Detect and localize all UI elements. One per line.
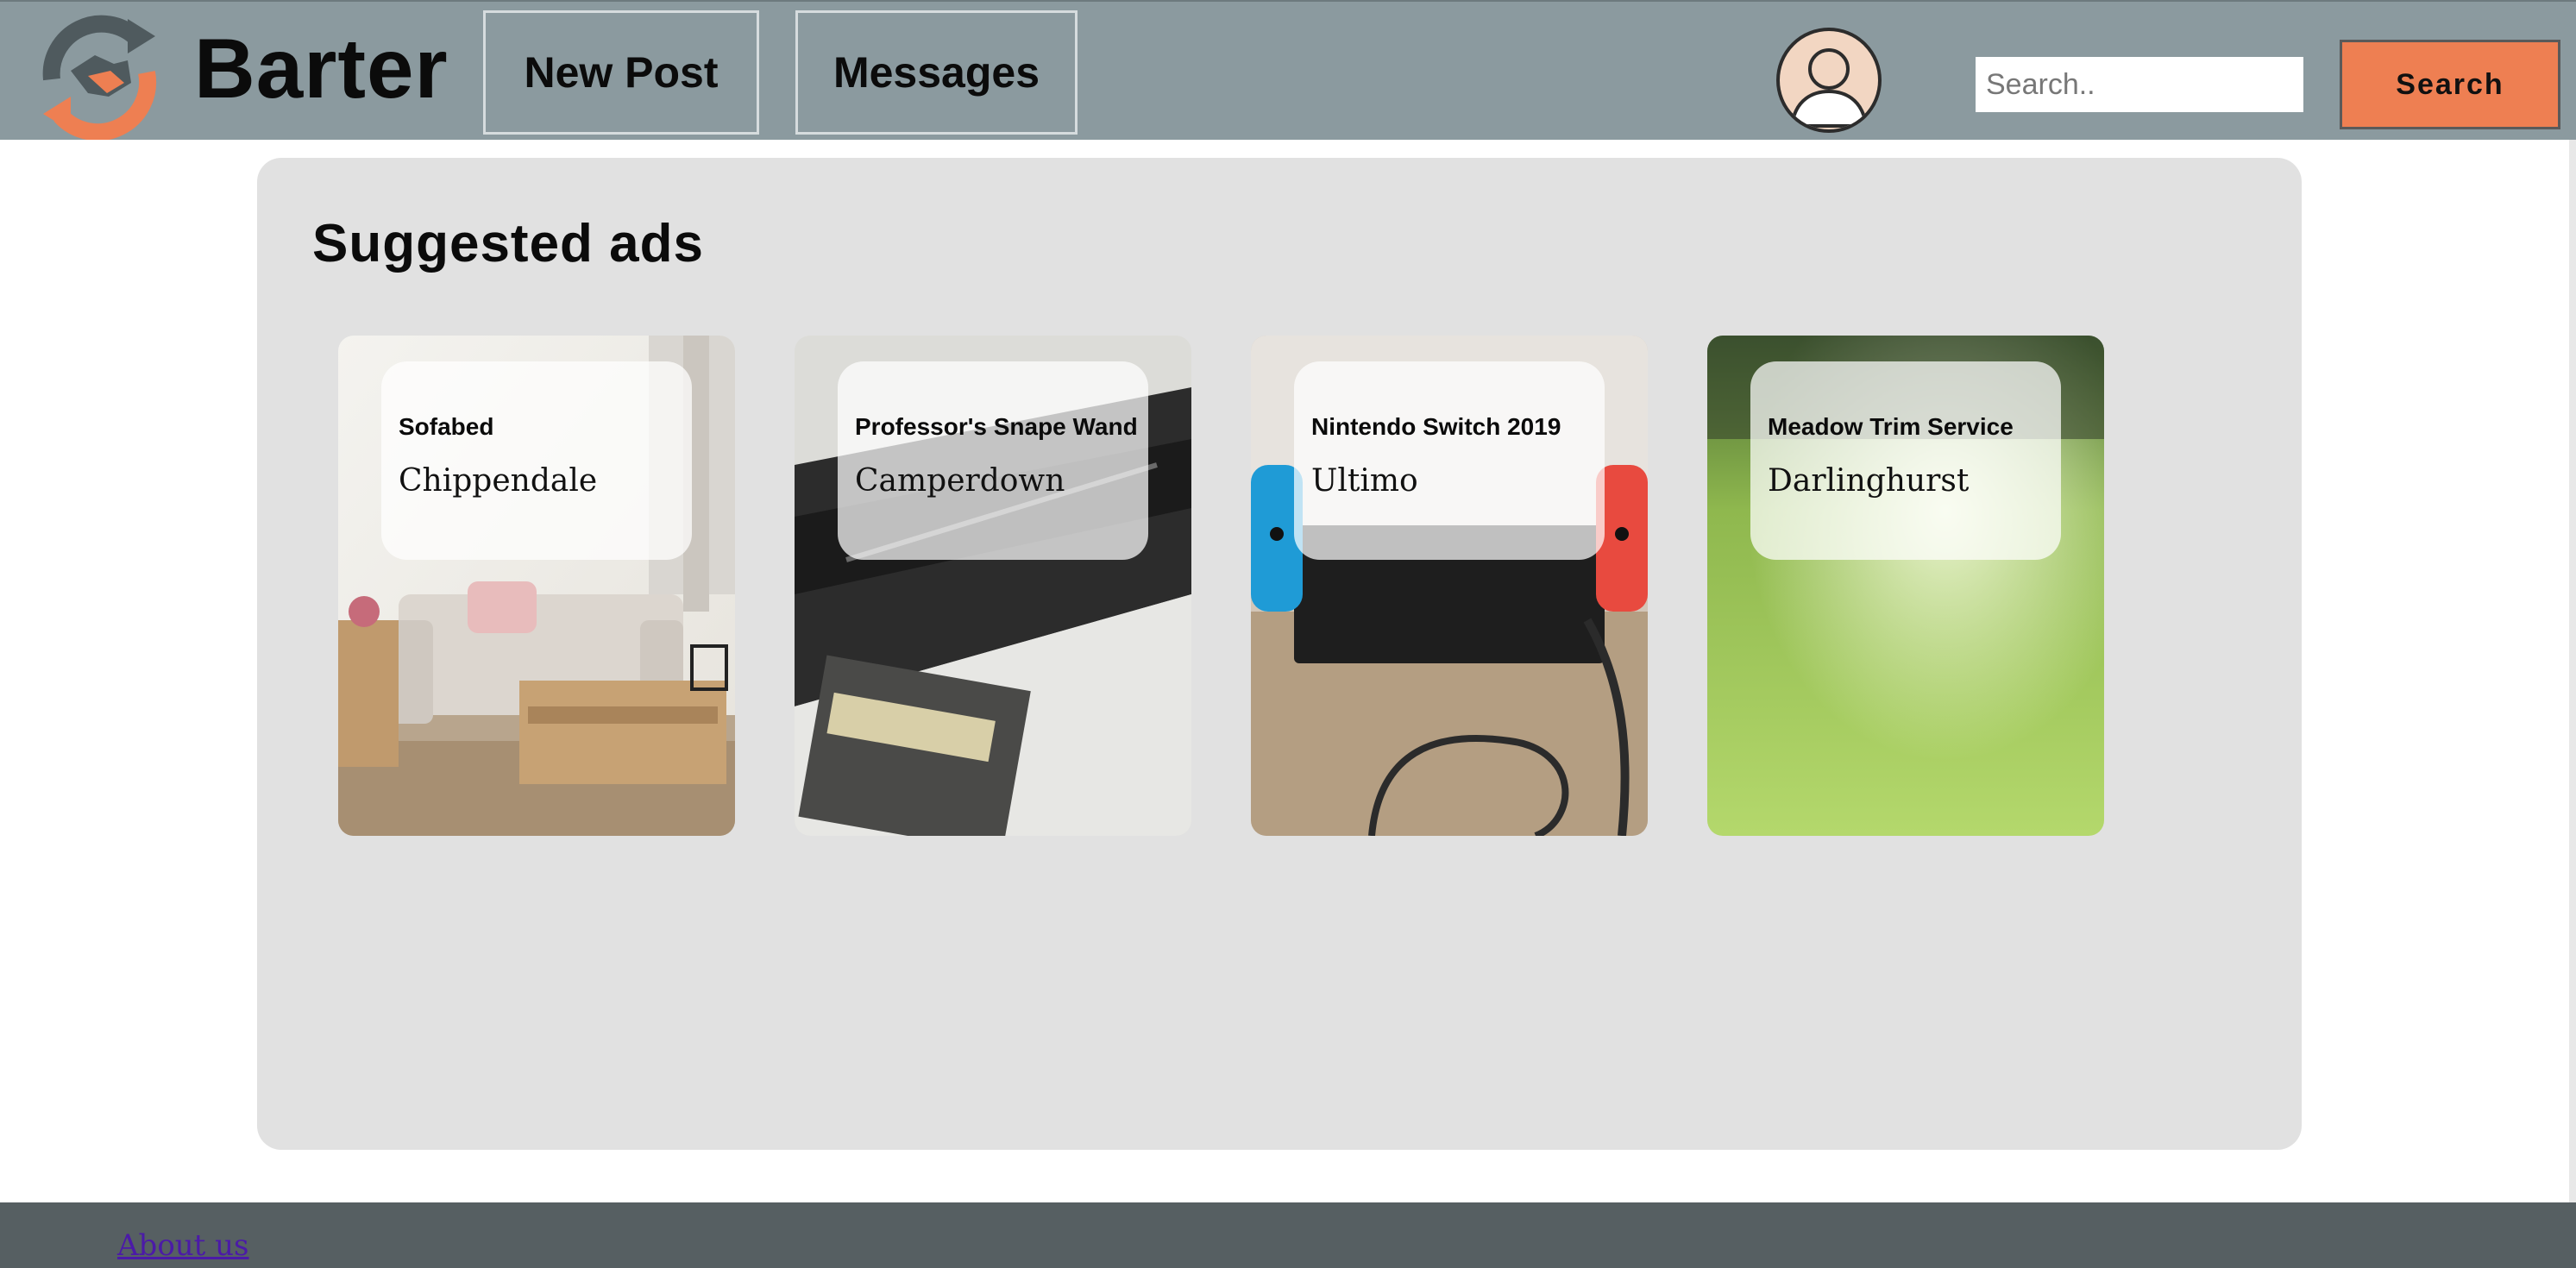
ad-info-box: Professor's Snape Wand Camperdown bbox=[838, 361, 1148, 560]
ad-card[interactable]: Nintendo Switch 2019 Ultimo bbox=[1251, 336, 1648, 836]
ad-location: Ultimo bbox=[1311, 463, 1418, 499]
messages-button[interactable]: Messages bbox=[795, 10, 1078, 135]
ad-title: Meadow Trim Service bbox=[1768, 413, 2014, 440]
ad-location: Chippendale bbox=[399, 463, 598, 499]
top-navbar: Barter New Post Messages Search bbox=[0, 0, 2576, 140]
ad-info-box: Sofabed Chippendale bbox=[381, 361, 692, 560]
suggested-ads-panel: Suggested ads Sofabed Chippendale Profes… bbox=[257, 158, 2302, 1150]
ad-card[interactable]: Sofabed Chippendale bbox=[338, 336, 735, 836]
ad-card[interactable]: Meadow Trim Service Darlinghurst bbox=[1707, 336, 2104, 836]
ad-title: Professor's Snape Wand bbox=[855, 413, 1138, 440]
brand-name[interactable]: Barter bbox=[194, 26, 449, 110]
ad-info-box: Meadow Trim Service Darlinghurst bbox=[1750, 361, 2061, 560]
barter-handshake-logo-icon[interactable] bbox=[35, 10, 164, 140]
ad-location: Camperdown bbox=[855, 463, 1065, 499]
ad-card[interactable]: Professor's Snape Wand Camperdown bbox=[795, 336, 1191, 836]
about-us-link[interactable]: About us bbox=[117, 1228, 249, 1263]
ad-info-box: Nintendo Switch 2019 Ultimo bbox=[1294, 361, 1605, 560]
section-title: Suggested ads bbox=[312, 214, 704, 273]
ad-location: Darlinghurst bbox=[1768, 463, 1970, 499]
footer: About us bbox=[0, 1202, 2576, 1268]
ad-title: Nintendo Switch 2019 bbox=[1311, 413, 1561, 440]
search-button[interactable]: Search bbox=[2340, 40, 2560, 129]
ad-title: Sofabed bbox=[399, 413, 494, 440]
user-avatar-icon[interactable] bbox=[1776, 28, 1882, 133]
new-post-button[interactable]: New Post bbox=[483, 10, 759, 135]
page-scrollbar[interactable] bbox=[2569, 140, 2576, 1202]
search-input[interactable] bbox=[1976, 57, 2303, 112]
